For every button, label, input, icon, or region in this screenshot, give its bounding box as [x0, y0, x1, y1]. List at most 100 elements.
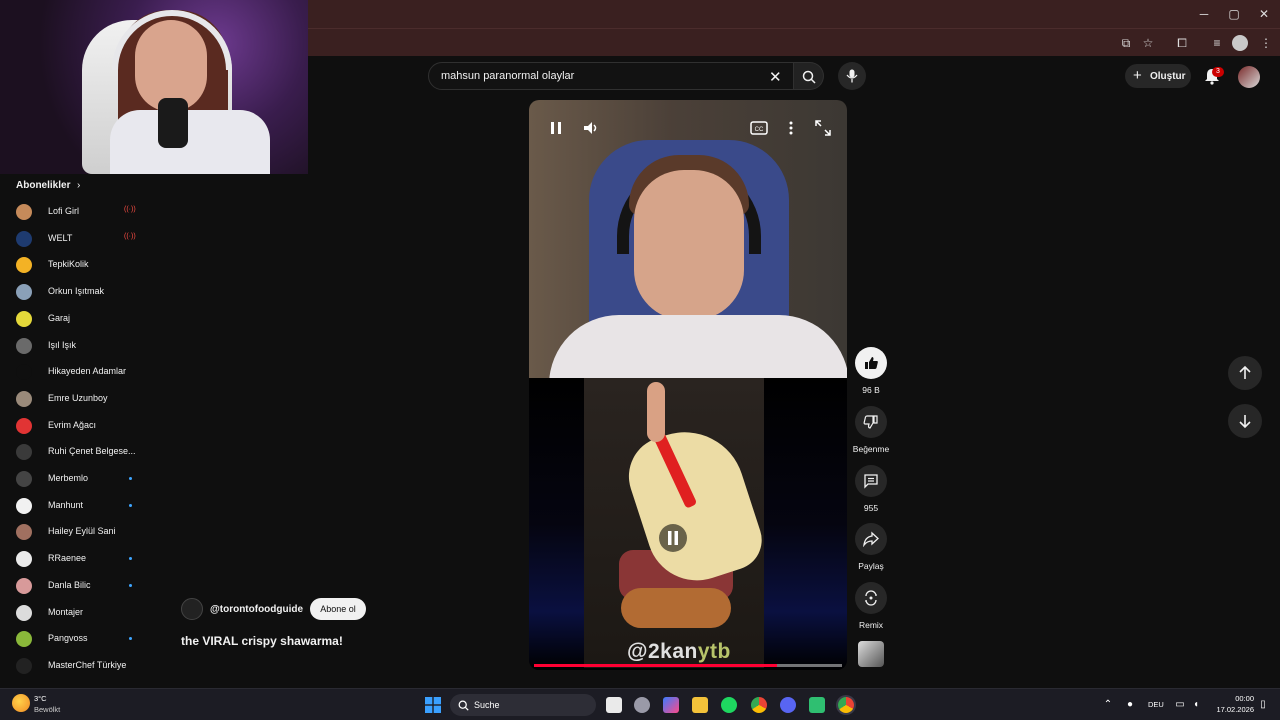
app-icon[interactable] [809, 697, 825, 713]
create-button[interactable]: + Oluştur [1125, 64, 1191, 88]
steelseries-icon[interactable] [634, 697, 650, 713]
share-button[interactable] [855, 523, 887, 555]
remix-action[interactable]: Remix [854, 582, 888, 630]
voice-search-button[interactable] [838, 62, 866, 90]
clock-time[interactable]: 00:00 [1214, 694, 1254, 703]
like-button[interactable] [855, 347, 887, 379]
search-input[interactable]: mahsun paranormal olaylar [441, 70, 574, 82]
remix-label: Remix [858, 620, 884, 630]
next-video-button[interactable] [1228, 404, 1262, 438]
maximize-button[interactable]: ▢ [1226, 6, 1242, 22]
channel-avatar-icon [16, 257, 32, 274]
subscription-item[interactable]: Işıl Işık [0, 333, 180, 359]
profile-icon[interactable] [1232, 35, 1248, 51]
file-explorer-icon[interactable] [692, 697, 708, 713]
like-action[interactable]: 96 B [854, 347, 888, 395]
task-view-icon[interactable] [606, 697, 622, 713]
weather-icon[interactable] [12, 694, 30, 712]
channel-avatar[interactable] [181, 598, 203, 620]
subscription-name: Merbemlo [48, 473, 89, 483]
arrow-up-icon [1239, 365, 1251, 379]
subscription-item[interactable]: Montajer [0, 600, 180, 626]
subscription-item[interactable]: RRaenee [0, 546, 180, 572]
subscription-item[interactable]: Manhunt [0, 493, 180, 519]
remix-button[interactable] [855, 582, 887, 614]
dislike-action[interactable]: Beğenme [853, 406, 889, 454]
center-pause-icon[interactable] [659, 524, 687, 552]
channel-avatar-icon [16, 524, 32, 541]
install-app-icon[interactable]: ⧉ [1118, 35, 1134, 51]
tray-microphone-icon[interactable]: ● [1123, 698, 1137, 712]
subscription-name: MasterChef Türkiye [48, 659, 127, 670]
subscription-item[interactable]: Emre Uzunboy [0, 386, 180, 412]
pause-icon[interactable] [546, 118, 566, 138]
shorts-video-player[interactable]: CC @2kanytb [529, 100, 847, 670]
subscription-item[interactable]: Danla Bilic [0, 573, 180, 599]
chrome-icon[interactable] [751, 697, 767, 713]
weather-description[interactable]: Bewölkt [34, 705, 60, 714]
subscription-name: RRaenee [48, 553, 87, 564]
discord-icon[interactable] [780, 697, 796, 713]
subscription-item[interactable]: Evrim Ağacı [0, 413, 180, 439]
tray-overflow-icon[interactable]: ⌃ [1101, 698, 1115, 712]
thumbs-up-icon [865, 357, 878, 369]
spotify-icon[interactable] [721, 697, 737, 713]
minimize-button[interactable]: ─ [1196, 6, 1212, 22]
channel-avatar-icon [16, 337, 32, 354]
streamer-webcam [0, 0, 308, 174]
plus-icon: + [1133, 67, 1142, 84]
share-action[interactable]: Paylaş [854, 523, 888, 571]
comments-action[interactable]: 955 [854, 465, 888, 513]
input-language[interactable]: DEU [1148, 700, 1164, 709]
volume-icon[interactable] [581, 118, 601, 138]
subscribe-button[interactable]: Abone ol [310, 598, 366, 620]
subscription-item[interactable]: Merbemlo [0, 466, 180, 492]
browser-menu-icon[interactable]: ⋮ [1258, 35, 1274, 51]
copilot-icon[interactable] [663, 697, 679, 713]
speaker-icon[interactable]: ◖ [1189, 698, 1203, 712]
chrome-active-icon[interactable] [838, 697, 854, 713]
close-window-button[interactable]: ✕ [1256, 6, 1272, 22]
subscription-item[interactable]: Hikayeden Adamlar [0, 359, 180, 385]
account-avatar[interactable] [1238, 66, 1260, 88]
dislike-button[interactable] [855, 406, 887, 438]
channel-avatar-icon [16, 390, 32, 407]
search-box[interactable]: mahsun paranormal olaylar ✕ [428, 62, 794, 90]
subscriptions-heading[interactable]: Abonelikler [16, 180, 70, 191]
share-icon [863, 531, 879, 547]
channel-avatar-icon [16, 631, 32, 648]
more-options-icon[interactable] [781, 118, 801, 138]
sound-thumbnail[interactable] [858, 641, 884, 667]
subscription-name: Pangvoss [48, 633, 88, 644]
search-icon [802, 70, 816, 84]
new-content-dot [129, 637, 132, 641]
fullscreen-icon[interactable] [813, 118, 833, 138]
video-progress-fill[interactable] [534, 664, 778, 667]
taskbar-search[interactable]: Suche [450, 694, 596, 716]
subscription-item[interactable]: TepkiKolik [0, 252, 180, 278]
create-label: Oluştur [1150, 71, 1186, 82]
extensions-icon[interactable]: ⧠ [1174, 35, 1190, 51]
weather-temperature[interactable]: 3°C [34, 694, 47, 703]
subscription-item[interactable]: Lofi Girl ((·)) [0, 199, 180, 225]
clear-search-icon[interactable]: ✕ [769, 68, 782, 86]
clock-date[interactable]: 17.02.2026 [1204, 705, 1254, 714]
bookmark-star-icon[interactable]: ☆ [1140, 35, 1156, 51]
previous-video-button[interactable] [1228, 356, 1262, 390]
chevron-right-icon[interactable]: › [77, 180, 80, 191]
subscription-item[interactable]: Ruhi Çenet Belgese... [0, 439, 180, 465]
windows-start-icon[interactable] [425, 697, 441, 713]
subscription-item[interactable]: Garaj [0, 306, 180, 332]
search-button[interactable] [794, 62, 824, 90]
captions-icon[interactable]: CC [749, 118, 769, 138]
comments-button[interactable] [855, 465, 887, 497]
notification-center-icon[interactable]: ▯ [1256, 698, 1270, 712]
subscription-item[interactable]: WELT ((·)) [0, 226, 180, 252]
subscription-item[interactable]: Hailey Eylül Sani [0, 519, 180, 545]
network-icon[interactable]: ▭ [1173, 698, 1187, 712]
media-control-icon[interactable]: ≡ [1209, 35, 1225, 51]
channel-name[interactable]: @torontofoodguide [210, 604, 303, 615]
subscription-item[interactable]: Pangvoss [0, 626, 180, 652]
subscription-item[interactable]: Orkun Işıtmak [0, 279, 180, 305]
subscription-item[interactable]: MasterChef Türkiye [0, 653, 180, 679]
